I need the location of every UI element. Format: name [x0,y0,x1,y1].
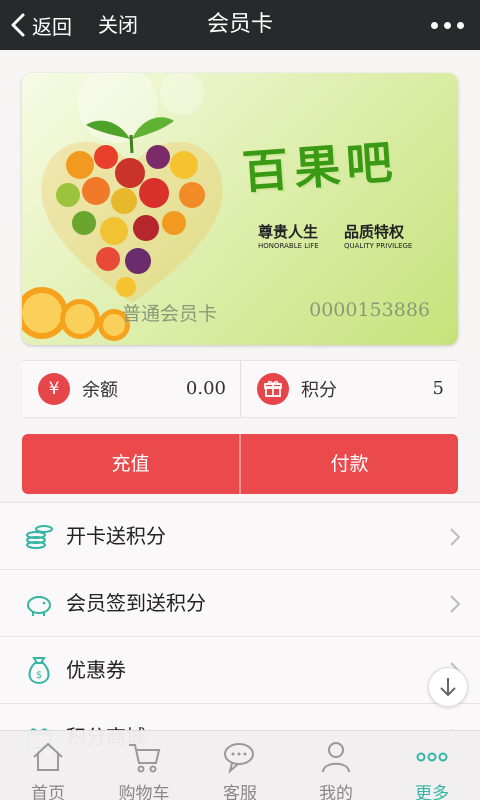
menu-item-coupons[interactable]: $ 优惠券 [0,636,480,703]
membership-card: 百果吧 尊贵人生 品质特权 HONORABLE LIFE QUALITY PRI… [22,73,458,345]
recharge-button[interactable]: 充值 [22,434,239,494]
brand-logo: 百果吧 [240,134,400,200]
gift-icon [257,373,289,405]
tab-label: 我的 [319,784,353,800]
dot-icon [457,21,464,29]
slogan-honorable-en: HONORABLE LIFE [258,242,319,250]
money-bag-icon: $ [28,657,50,685]
chevron-right-icon [450,595,460,613]
tab-label: 客服 [223,784,257,800]
dot-icon [444,21,451,29]
nav-bar: 返回 关闭 会员卡 [0,0,480,50]
piggy-bank-icon [27,596,51,616]
yen-icon: ¥ [38,373,70,405]
balance-points-row: ¥ 余额 0.00 积分 5 [22,360,458,418]
chat-icon [224,743,254,774]
balance-stat[interactable]: ¥ 余额 0.00 [22,361,240,417]
tab-customer-service[interactable]: 客服 [192,731,288,800]
dot-icon [431,21,438,29]
tab-label: 更多 [415,784,449,800]
balance-value: 0.00 [185,378,226,399]
more-icon [416,752,448,762]
cart-icon [129,744,161,773]
tab-more[interactable]: 更多 [384,731,480,800]
card-number: 0000153886 [309,299,430,321]
slogan-quality-en: QUALITY PRIVILEGE [344,242,413,250]
balance-label: 余额 [82,380,118,401]
points-value: 5 [432,378,444,399]
card-type: 普通会员卡 [122,303,218,325]
card-section: 百果吧 尊贵人生 品质特权 HONORABLE LIFE QUALITY PRI… [0,50,480,355]
slogan-quality: 品质特权 [344,223,405,241]
arrow-down-icon [440,678,456,697]
tab-profile[interactable]: 我的 [288,731,384,800]
scroll-down-button[interactable] [428,667,468,707]
menu-item-label: 会员签到送积分 [66,591,206,615]
points-stat[interactable]: 积分 5 [241,361,458,417]
menu-item-open-card-points[interactable]: 开卡送积分 [0,502,480,569]
tab-label: 首页 [31,784,65,800]
action-buttons: 充值 付款 [22,434,458,494]
home-icon [33,742,63,771]
tab-home[interactable]: 首页 [0,731,96,800]
bottom-tab-bar: 首页 购物车 客服 我的 更多 [0,730,480,800]
points-label: 积分 [301,380,337,401]
coins-icon [26,525,53,549]
tab-label: 购物车 [118,784,170,800]
menu-item-label: 优惠券 [66,658,126,682]
svg-text:$: $ [36,670,42,681]
chevron-right-icon [450,528,460,546]
tab-cart[interactable]: 购物车 [96,731,192,800]
pay-button[interactable]: 付款 [241,434,458,494]
slogan-honorable: 尊贵人生 [258,223,319,241]
more-menu-button[interactable] [431,0,464,50]
page-title: 会员卡 [206,12,273,37]
menu-item-checkin-points[interactable]: 会员签到送积分 [0,569,480,636]
menu-item-label: 开卡送积分 [66,524,166,548]
user-icon [322,742,350,773]
